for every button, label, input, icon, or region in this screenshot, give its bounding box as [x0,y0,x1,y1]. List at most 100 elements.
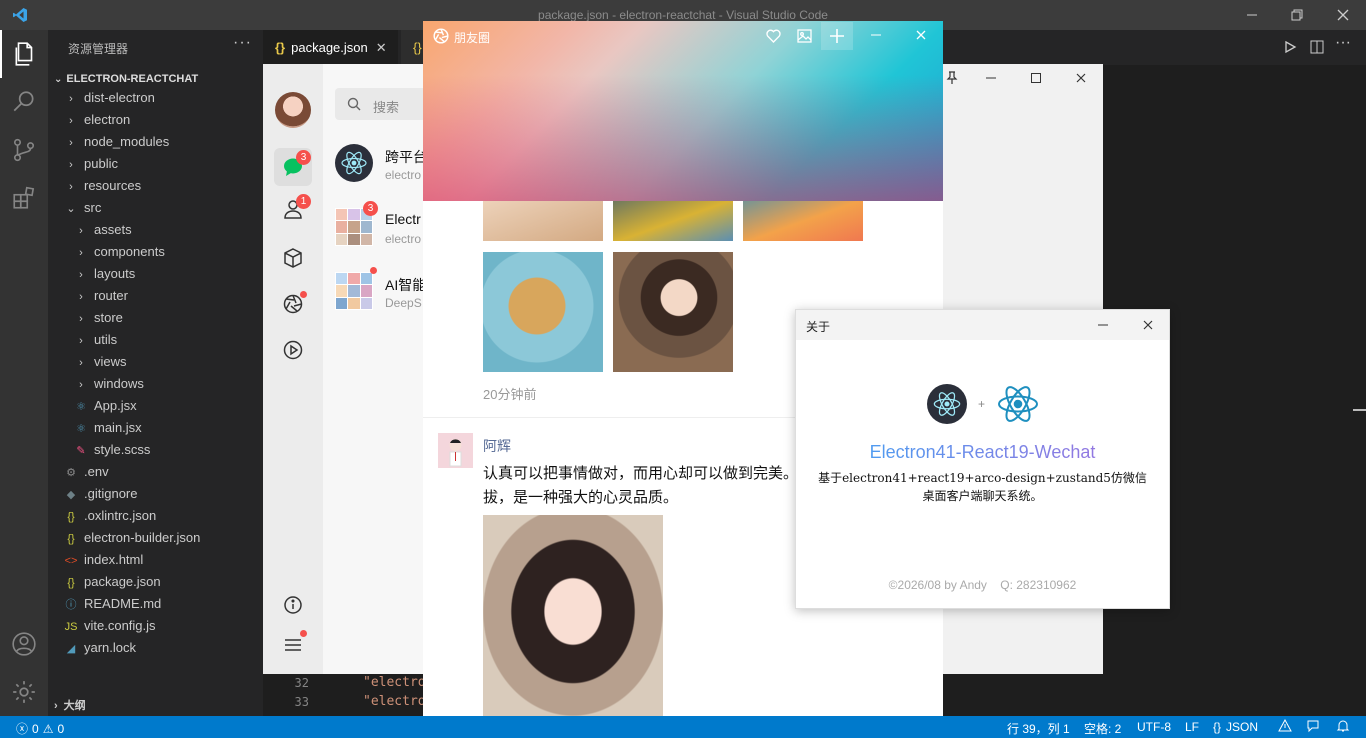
split-editor-icon[interactable] [1310,40,1324,54]
tree-file[interactable]: JS vite.config.js [64,615,156,637]
tree-item-label: router [94,288,128,303]
tree-folder[interactable]: › dist-electron [64,87,155,109]
explorer-icon[interactable] [0,30,48,78]
menu-hamburger-icon[interactable] [283,630,307,654]
maximize-icon[interactable] [1029,71,1043,85]
tree-file[interactable]: {} package.json [64,571,160,593]
problems-indicator[interactable]: ⓧ 0 ⚠ 0 [16,720,64,737]
yarn-icon: ◢ [66,643,76,655]
copyright-footer: ©2026/08 by Andy Q: 282310962 [888,578,1077,592]
tree-folder[interactable]: ⌄ src [64,197,101,219]
moments-aperture-icon[interactable] [283,291,307,314]
unread-badge: 3 [363,201,378,216]
folder-icon: › [69,115,73,127]
eol[interactable]: LF [1185,720,1199,734]
settings-gear-icon[interactable] [0,668,48,716]
unread-dot [370,267,377,274]
feedback-icon[interactable] [1306,719,1320,733]
tree-folder[interactable]: › utils [74,329,117,351]
minimize-icon[interactable] [869,28,883,42]
cursor-position[interactable]: 行 39，列 1 [1007,720,1070,737]
tree-file[interactable]: ✎ style.scss [74,439,150,461]
tree-file[interactable]: ⚛ App.jsx [74,395,137,417]
tree-folder[interactable]: › node_modules [64,131,169,153]
language-mode[interactable]: {} JSON [1213,720,1258,734]
explorer-sidebar: 资源管理器 ··· ⌄ ELECTRON-REACTCHAT › dist-elec… [48,30,263,716]
close-icon[interactable] [1141,318,1155,332]
post-photo[interactable] [483,515,663,716]
run-icon[interactable] [1283,40,1297,54]
dog-photo[interactable] [483,252,603,372]
close-icon[interactable] [1074,71,1088,85]
tree-file[interactable]: ◢ yarn.lock [64,637,136,659]
tree-folder[interactable]: › assets [74,219,131,241]
chat-nav-item[interactable]: 3 [274,148,312,186]
post-author[interactable]: 阿辉 [483,436,511,456]
moments-aperture-icon [433,28,449,44]
folder-icon: › [79,291,83,303]
tree-folder[interactable]: › windows [74,373,144,395]
git-icon: ◆ [66,489,76,501]
source-control-icon[interactable] [0,126,48,174]
folder-icon: › [79,225,83,237]
tree-folder[interactable]: › store [74,307,123,329]
close-icon[interactable] [914,28,928,42]
account-icon[interactable] [0,620,48,668]
tree-file[interactable]: {} electron-builder.json [64,527,200,549]
cube-icon[interactable] [283,248,303,268]
tree-file[interactable]: ⚙ .env [64,461,109,483]
notifications-bell-icon[interactable] [1336,719,1350,733]
tab-package-json[interactable]: {} package.json ✕ [263,30,398,65]
tree-folder[interactable]: › layouts [74,263,135,285]
tree-file[interactable]: ⓘ README.md [64,593,162,615]
contacts-icon[interactable]: 1 [282,194,311,220]
warning-icon: ⚠ [42,721,54,736]
gear-icon: ⚙ [66,467,76,479]
indentation[interactable]: 空格: 2 [1084,720,1121,737]
minimize-icon[interactable] [1096,318,1110,332]
tree-folder[interactable]: › resources [64,175,141,197]
tree-item-label: resources [84,178,142,193]
girl-photo[interactable] [613,252,733,372]
tree-file[interactable]: ⚛ main.jsx [74,417,142,439]
encoding[interactable]: UTF-8 [1137,720,1171,734]
tree-file[interactable]: ◆ .gitignore [64,483,138,505]
tree-item-label: dist-electron [84,90,155,105]
folder-icon: › [79,313,83,325]
code-line: "electro [363,675,426,690]
more-actions-icon[interactable]: ··· [233,34,252,52]
author-avatar[interactable] [438,433,473,468]
tree-folder[interactable]: › public [64,153,118,175]
tree-file[interactable]: {} .oxlintrc.json [64,505,156,527]
tree-folder[interactable]: › router [74,285,128,307]
like-heart-icon[interactable] [766,29,781,43]
avatar[interactable] [275,92,311,128]
image-icon[interactable] [797,29,812,43]
tree-item-label: src [84,200,102,215]
tree-folder[interactable]: › components [74,241,165,263]
tree-folder[interactable]: › views [74,351,126,373]
bell-warning-icon[interactable] [1278,719,1292,733]
minimize-icon[interactable] [1245,8,1259,22]
post-add-button[interactable] [821,22,853,50]
about-dialog: 关于 + Electron41-React19-Wechat 基于electro… [795,309,1170,609]
search-icon[interactable] [0,78,48,126]
info-icon[interactable] [283,595,303,615]
outline-section[interactable]: › 大纲 [54,696,86,716]
video-play-icon[interactable] [283,340,303,360]
post-text-line1: 认真可以把事情做对，而用心却可以做到完美。 [483,465,799,482]
tab-close-icon[interactable]: ✕ [376,40,387,55]
extensions-icon[interactable] [0,174,48,222]
pin-icon[interactable] [945,71,959,85]
about-titlebar: 关于 [796,310,1169,340]
tree-file[interactable]: <> index.html [64,549,144,571]
conversation-name: AI智能 [385,277,427,293]
close-icon[interactable] [1336,8,1350,22]
restore-icon[interactable] [1290,8,1304,22]
tree-item-label: store [94,310,123,325]
folder-icon: › [69,181,73,193]
minimize-icon[interactable] [984,71,998,85]
editor-more-icon[interactable]: ··· [1335,34,1351,52]
scrollbar-marker[interactable] [1353,409,1366,411]
tree-folder[interactable]: › electron [64,109,130,131]
